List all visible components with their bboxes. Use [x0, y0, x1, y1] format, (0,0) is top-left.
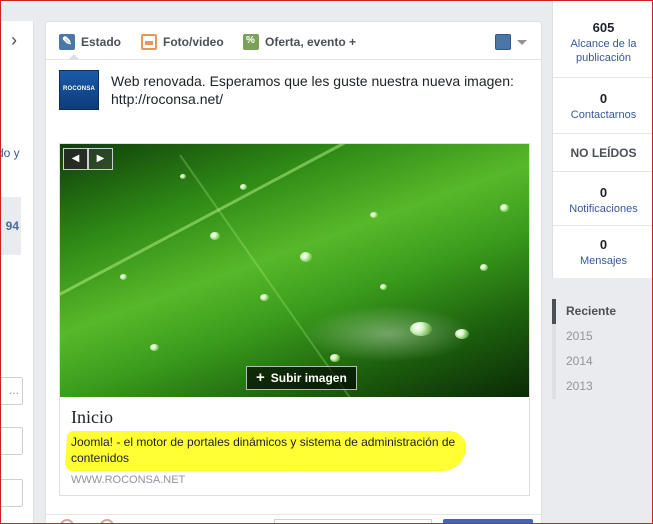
post-composer: Estado Foto/video Oferta, evento + ROCON… [45, 21, 542, 523]
upload-image-button[interactable]: + Subir imagen [246, 366, 357, 390]
page-avatar: ROCONSA [59, 70, 99, 110]
left-button-fragment[interactable] [1, 427, 23, 455]
tab-status[interactable]: Estado [59, 33, 121, 51]
link-preview: ◀ ▶ + Subir imagen Inicio Joomla! - el m… [59, 143, 530, 496]
water-drop [300, 252, 312, 262]
notifications-value: 0 [599, 185, 608, 200]
unread-heading: NO LEÍDOS [570, 146, 637, 160]
timeline-item-recent[interactable]: Reciente [552, 299, 652, 324]
left-button-fragment-2[interactable] [1, 479, 23, 507]
timeline-item-2015[interactable]: 2015 [552, 324, 652, 349]
water-drop [330, 354, 340, 362]
left-column: › do y 94 ... [1, 21, 34, 523]
carousel-prev-button[interactable]: ◀ [63, 148, 88, 170]
preview-domain: WWW.ROCONSA.NET [71, 474, 186, 486]
messages-value: 0 [599, 237, 608, 252]
location-icon[interactable] [60, 519, 74, 523]
avatar-logo-text: ROCONSA [63, 86, 96, 92]
leaf-vein [60, 144, 529, 317]
tab-photo-video[interactable]: Foto/video [141, 33, 224, 51]
preview-image: ◀ ▶ + Subir imagen [60, 144, 529, 397]
divider [553, 225, 652, 226]
tab-offer-event[interactable]: Oferta, evento + [243, 33, 356, 51]
water-drop [480, 264, 488, 271]
plus-icon: + [256, 369, 265, 386]
divider [553, 133, 652, 134]
water-drop [210, 232, 220, 240]
post-row: ROCONSA Web renovada. Esperamos que les … [59, 70, 534, 110]
messages-label[interactable]: Mensajes [553, 254, 652, 268]
contact-value: 0 [599, 91, 608, 106]
stats-panel: 605 Alcance de la publicación 0 Contacta… [552, 1, 652, 278]
audience-selector[interactable] [274, 519, 432, 523]
offer-icon [243, 34, 259, 50]
timeline-nav: Reciente 2015 2014 2013 [552, 299, 652, 399]
contact-stat[interactable]: 0 Contactarnos [553, 91, 652, 122]
preview-description[interactable]: Joomla! - el motor de portales dinámicos… [71, 434, 471, 466]
left-link-fragment[interactable]: do y [1, 146, 34, 160]
page-thumb-icon [495, 34, 511, 50]
water-drop [240, 184, 247, 190]
chevron-down-icon [517, 39, 527, 45]
water-drop [370, 212, 378, 218]
reach-value: 605 [592, 20, 615, 35]
divider [553, 171, 652, 172]
pencil-icon [59, 34, 75, 50]
carousel-next-button[interactable]: ▶ [88, 148, 113, 170]
notifications-label[interactable]: Notificaciones [553, 202, 652, 216]
post-text-input[interactable]: Web renovada. Esperamos que les guste nu… [111, 72, 531, 108]
timeline-item-2013[interactable]: 2013 [552, 374, 652, 399]
timeline-item-2014[interactable]: 2014 [552, 349, 652, 374]
water-drop [455, 329, 469, 339]
preview-title[interactable]: Inicio [71, 407, 113, 428]
photo-icon [141, 34, 157, 50]
clock-icon[interactable] [100, 519, 114, 523]
reach-stat[interactable]: 605 Alcance de la publicación [553, 20, 652, 65]
composer-tabs: Estado Foto/video Oferta, evento + [46, 22, 541, 60]
divider [553, 77, 652, 78]
leaf-vein [179, 154, 353, 397]
page-switcher[interactable] [495, 34, 527, 50]
water-drop [180, 174, 186, 179]
left-number-fragment: 94 [1, 197, 21, 255]
active-tab-indicator [68, 54, 80, 60]
composer-footer [46, 514, 541, 523]
water-drop [260, 294, 269, 301]
publish-button[interactable] [443, 519, 533, 523]
tab-status-label: Estado [81, 35, 122, 49]
left-input-fragment[interactable]: ... [1, 377, 23, 405]
notifications-stat[interactable]: 0 Notificaciones [553, 185, 652, 216]
facebook-page-screen: › do y 94 ... Estado Foto/video Oferta, … [0, 0, 653, 524]
messages-stat[interactable]: 0 Mensajes [553, 237, 652, 268]
water-drop [150, 344, 159, 351]
tab-offer-label: Oferta, evento + [265, 35, 357, 49]
water-drop [380, 284, 387, 290]
water-drop [500, 204, 509, 212]
tab-photo-label: Foto/video [163, 35, 224, 49]
upload-image-label: Subir imagen [270, 371, 347, 385]
chevron-right-icon[interactable]: › [11, 31, 29, 49]
carousel-nav: ◀ ▶ [63, 148, 113, 170]
water-drop [120, 274, 127, 280]
contact-label[interactable]: Contactarnos [553, 108, 652, 122]
water-drop [410, 322, 432, 336]
reach-label[interactable]: Alcance de la publicación [553, 37, 652, 65]
